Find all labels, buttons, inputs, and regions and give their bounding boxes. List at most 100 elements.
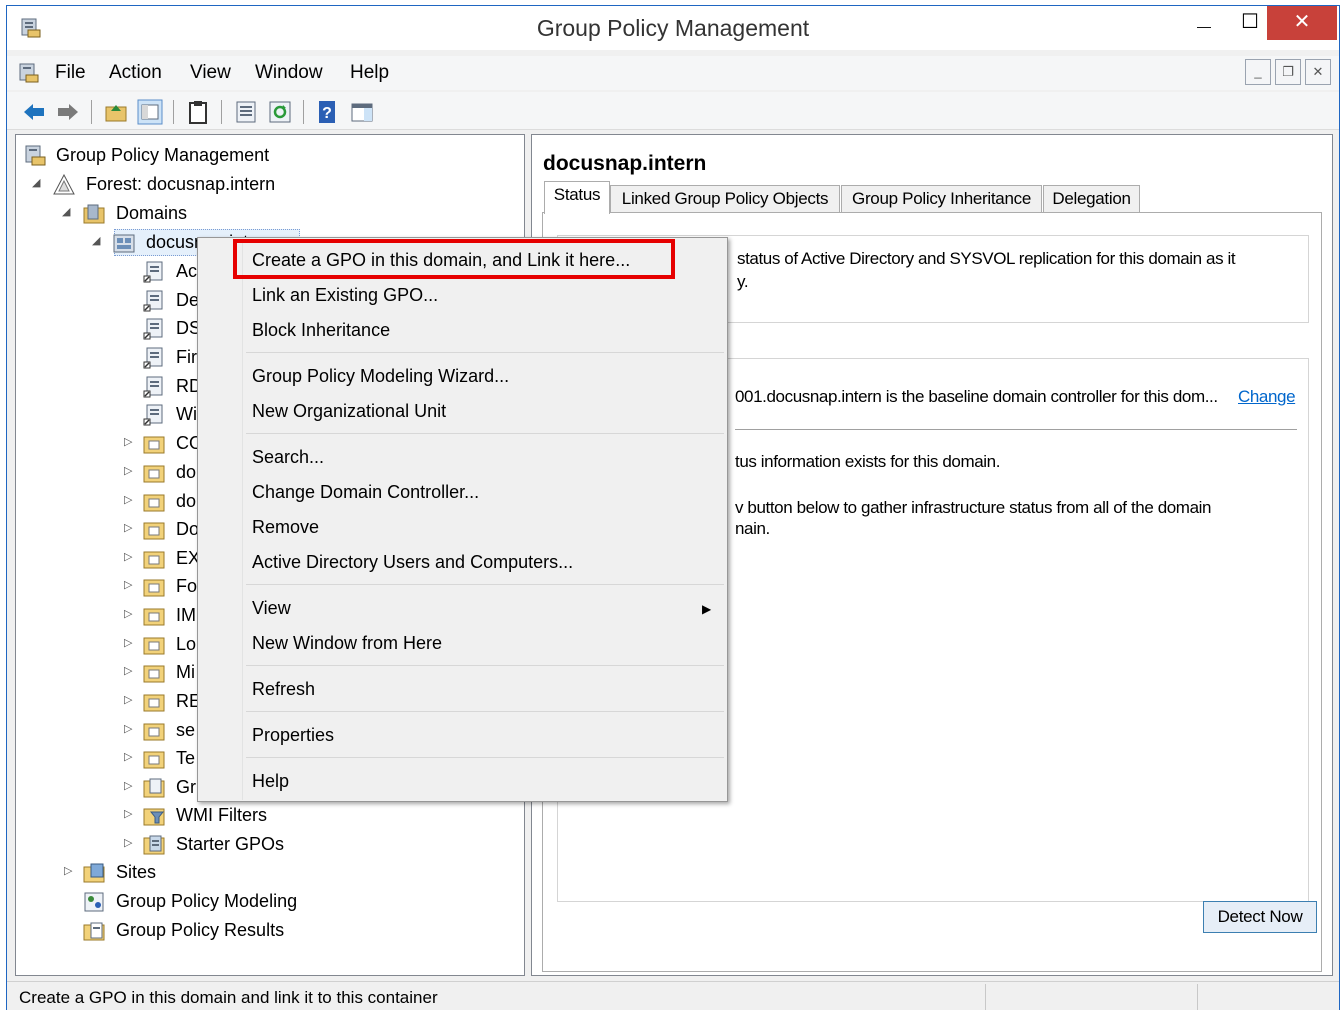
expand-icon[interactable]: ▷: [64, 864, 76, 877]
expand-icon[interactable]: ▷: [124, 521, 136, 534]
tree-node-results[interactable]: Group Policy Results: [16, 917, 516, 945]
menu-item-view[interactable]: View: [252, 598, 291, 619]
tree-node-domains[interactable]: ◢ Domains: [16, 200, 516, 228]
tree-label: Do: [176, 519, 200, 539]
expand-icon[interactable]: ▷: [124, 807, 136, 820]
expand-icon[interactable]: ▷: [124, 550, 136, 563]
collapse-icon[interactable]: ◢: [62, 205, 74, 218]
menu-item-aduc[interactable]: Active Directory Users and Computers...: [252, 552, 573, 573]
menu-item-properties[interactable]: Properties: [252, 725, 334, 746]
ou-folder-icon: [143, 522, 165, 540]
menu-item-new-ou[interactable]: New Organizational Unit: [252, 401, 446, 422]
tree-node-forest[interactable]: ◢ Forest: docusnap.intern: [16, 171, 516, 199]
properties-icon[interactable]: [233, 99, 259, 125]
menu-item-remove[interactable]: Remove: [252, 517, 319, 538]
tree-node-starter-gpos[interactable]: ▷ Starter GPOs: [16, 831, 516, 859]
mdi-minimize-button[interactable]: _: [1245, 59, 1271, 85]
tree-node-root[interactable]: Group Policy Management: [16, 142, 516, 170]
menu-separator: [246, 757, 724, 758]
expand-icon[interactable]: ▷: [124, 693, 136, 706]
expand-icon[interactable]: ▷: [124, 664, 136, 677]
action-pane-icon[interactable]: [349, 99, 375, 125]
tree-label: Ac: [176, 261, 198, 281]
info-text: y.: [737, 272, 749, 291]
menu-file[interactable]: File: [55, 62, 86, 84]
menu-action[interactable]: Action: [109, 62, 162, 84]
back-arrow-icon[interactable]: [21, 99, 47, 125]
ou-folder-icon: [143, 436, 165, 454]
expand-icon[interactable]: ▷: [124, 578, 136, 591]
forward-arrow-icon[interactable]: [55, 99, 81, 125]
close-button[interactable]: ✕: [1267, 6, 1337, 40]
gpo-link-icon: [143, 347, 163, 369]
menu-item-search[interactable]: Search...: [252, 447, 324, 468]
gpo-link-icon: [143, 261, 163, 283]
results-icon: [83, 922, 105, 941]
change-link[interactable]: Change: [1238, 387, 1296, 407]
tree-label: Fo: [176, 576, 198, 596]
mdi-restore-button[interactable]: ❐: [1275, 59, 1301, 85]
ou-folder-icon: [143, 579, 165, 597]
gpo-container-icon: [143, 778, 165, 798]
tab-inheritance[interactable]: Group Policy Inheritance: [841, 185, 1042, 213]
page-title: docusnap.intern: [543, 152, 707, 175]
tree-label: Forest: docusnap.intern: [86, 174, 276, 194]
collapse-icon[interactable]: ◢: [92, 234, 104, 247]
console-icon[interactable]: [17, 61, 41, 85]
show-hide-tree-icon[interactable]: [137, 99, 163, 125]
ou-folder-icon: [143, 723, 165, 741]
menu-item-block-inheritance[interactable]: Block Inheritance: [252, 320, 390, 341]
toolbar: ?: [7, 92, 1339, 130]
mdi-controls: _ ❐ ✕: [1245, 59, 1335, 87]
expand-icon[interactable]: ▷: [124, 607, 136, 620]
tree-label: Group Policy Results: [116, 920, 285, 940]
expand-icon[interactable]: ▷: [124, 493, 136, 506]
tab-linked-gpos[interactable]: Linked Group Policy Objects: [610, 185, 840, 213]
menu-item-refresh[interactable]: Refresh: [252, 679, 315, 700]
tab-status[interactable]: Status: [544, 181, 610, 214]
gpmc-icon: [25, 145, 46, 166]
mdi-close-button[interactable]: ✕: [1305, 59, 1331, 85]
menu-item-modeling-wizard[interactable]: Group Policy Modeling Wizard...: [252, 366, 509, 387]
expand-icon[interactable]: ▷: [124, 435, 136, 448]
menu-separator: [246, 433, 724, 434]
ou-folder-icon: [143, 751, 165, 769]
expand-icon[interactable]: ▷: [124, 836, 136, 849]
starter-gpos-icon: [143, 835, 165, 855]
gpo-link-icon: [143, 404, 163, 426]
menu-window[interactable]: Window: [255, 62, 323, 84]
collapse-icon[interactable]: ◢: [32, 176, 44, 189]
status-bar: Create a GPO in this domain and link it …: [7, 981, 1339, 1010]
minimize-button[interactable]: —: [1181, 6, 1227, 40]
menu-item-link-existing-gpo[interactable]: Link an Existing GPO...: [252, 285, 438, 306]
tree-label: do: [176, 462, 197, 482]
info-text: status of Active Directory and SYSVOL re…: [737, 249, 1236, 268]
menu-item-new-window[interactable]: New Window from Here: [252, 633, 442, 654]
refresh-icon[interactable]: [267, 99, 293, 125]
tab-delegation[interactable]: Delegation: [1043, 185, 1140, 213]
menu-item-change-dc[interactable]: Change Domain Controller...: [252, 482, 479, 503]
expand-icon[interactable]: ▷: [124, 750, 136, 763]
tree-node-sites[interactable]: ▷ Sites: [16, 859, 516, 887]
ou-folder-icon: [143, 694, 165, 712]
menu-view[interactable]: View: [190, 62, 231, 84]
tree-label: Wi: [176, 404, 197, 424]
clipboard-icon[interactable]: [185, 99, 211, 125]
instructions-text: v button below to gather infrastructure …: [735, 498, 1212, 517]
tree-label: Lo: [176, 634, 197, 654]
tree-node-wmi-filters[interactable]: ▷ WMI Filters: [16, 802, 516, 830]
close-icon: ✕: [1293, 11, 1311, 33]
up-folder-icon[interactable]: [103, 99, 129, 125]
menu-item-help[interactable]: Help: [252, 771, 289, 792]
title-bar[interactable]: Group Policy Management — ☐ ✕: [7, 6, 1339, 50]
gpo-link-icon: [143, 376, 163, 398]
expand-icon[interactable]: ▷: [124, 636, 136, 649]
expand-icon[interactable]: ▷: [124, 464, 136, 477]
expand-icon[interactable]: ▷: [124, 779, 136, 792]
tree-label: Fir: [176, 347, 197, 367]
tree-node-modeling[interactable]: Group Policy Modeling: [16, 888, 516, 916]
detect-now-button[interactable]: Detect Now: [1203, 901, 1317, 933]
menu-help[interactable]: Help: [350, 62, 389, 84]
expand-icon[interactable]: ▷: [124, 722, 136, 735]
help-icon[interactable]: ?: [315, 99, 341, 125]
